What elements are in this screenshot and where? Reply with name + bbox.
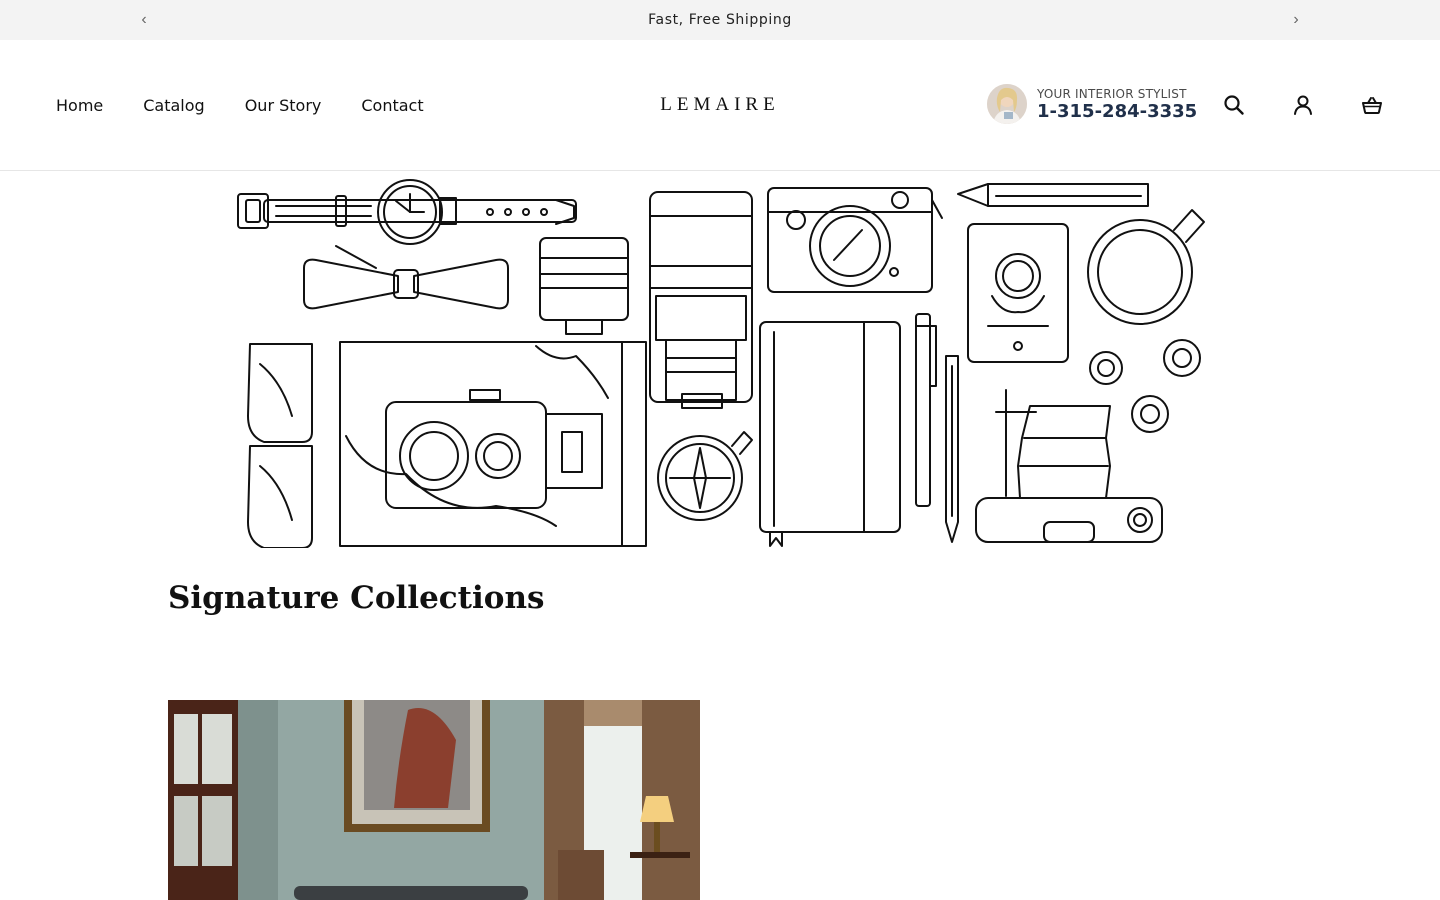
- search-icon[interactable]: [1219, 90, 1249, 120]
- announcement-text: Fast, Free Shipping: [648, 12, 792, 28]
- main-nav: Home Catalog Our Story Contact: [56, 40, 424, 170]
- stylist-contact[interactable]: YOUR INTERIOR STYLIST 1-315-284-3335: [987, 84, 1197, 124]
- glasses-illustration: [247, 343, 313, 549]
- notebook-illustration: [759, 321, 901, 547]
- bow-tie-illustration: [303, 245, 509, 310]
- site-logo[interactable]: LEMAIRE: [620, 40, 820, 170]
- nav-contact[interactable]: Contact: [361, 96, 423, 115]
- telephoto-lens-illustration: [649, 191, 753, 409]
- collection-card-image[interactable]: [168, 700, 700, 900]
- hero-illustration: [236, 176, 1206, 549]
- pen-illustration: [915, 313, 937, 507]
- instant-camera-illustration: [975, 389, 1163, 543]
- nav-home[interactable]: Home: [56, 96, 103, 115]
- announcement-next-button[interactable]: ›: [1281, 0, 1311, 40]
- lens-illustration: [539, 237, 629, 335]
- mug-illustration: [1087, 209, 1205, 325]
- announcement-bar: ‹ Fast, Free Shipping ›: [0, 0, 1440, 40]
- section-title: Signature Collections: [168, 580, 545, 616]
- compass-illustration: [657, 431, 753, 521]
- watch-illustration: [237, 179, 577, 245]
- stylist-phone[interactable]: 1-315-284-3335: [1037, 102, 1197, 121]
- nav-catalog[interactable]: Catalog: [143, 96, 204, 115]
- cart-icon[interactable]: [1357, 90, 1387, 120]
- announcement-prev-button[interactable]: ‹: [129, 0, 159, 40]
- stylist-avatar: [987, 84, 1027, 124]
- stylist-label: YOUR INTERIOR STYLIST: [1037, 86, 1187, 101]
- vertical-pencil-illustration: [945, 355, 959, 543]
- nav-our-story[interactable]: Our Story: [245, 96, 322, 115]
- passport-illustration: [967, 223, 1069, 363]
- site-header: Home Catalog Our Story Contact LEMAIRE Y…: [0, 40, 1440, 171]
- tape-rolls-illustration: [1089, 339, 1201, 433]
- map-illustration: [339, 341, 647, 547]
- account-icon[interactable]: [1288, 90, 1318, 120]
- pencil-illustration: [957, 183, 1149, 207]
- camera-illustration: [767, 187, 943, 293]
